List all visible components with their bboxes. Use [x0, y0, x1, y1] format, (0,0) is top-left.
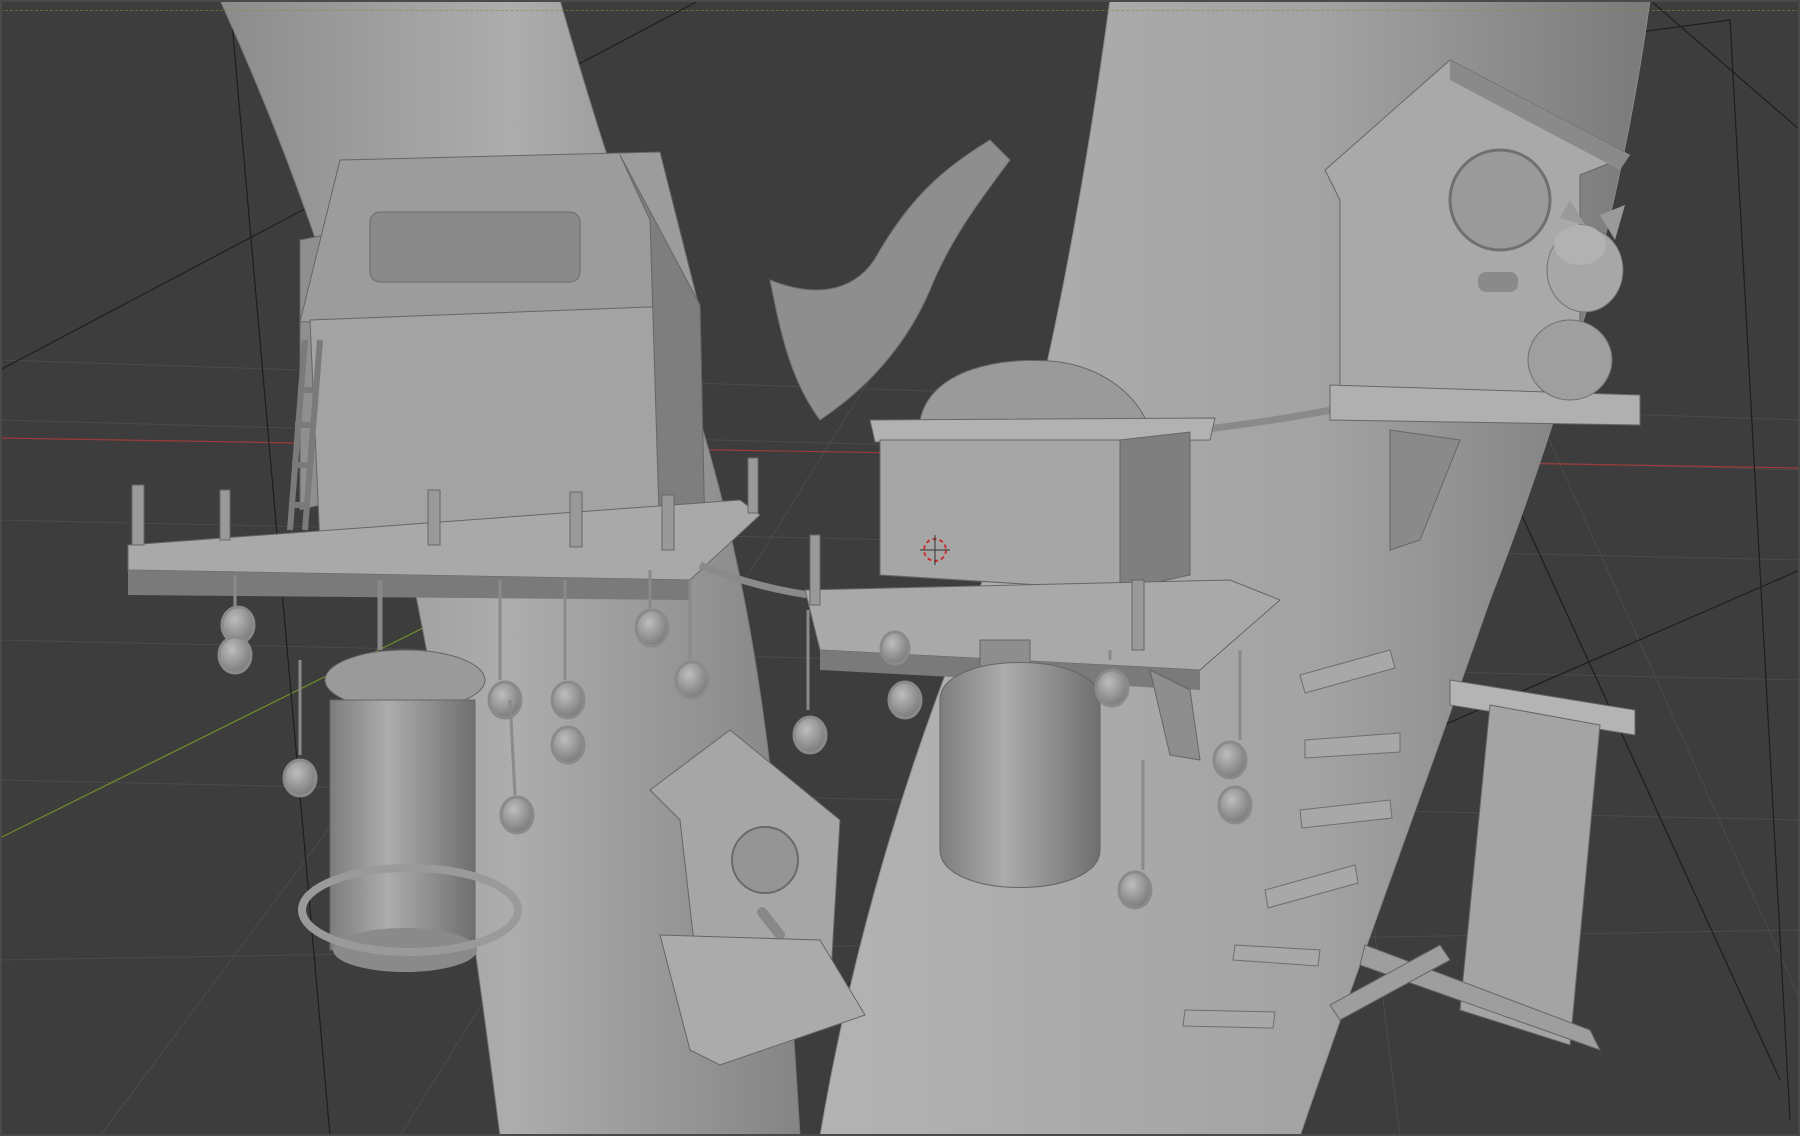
render-region-border: [0, 10, 1800, 11]
viewport-scene[interactable]: [0, 0, 1800, 1136]
3d-viewport[interactable]: [0, 0, 1800, 1136]
bell-feeder[interactable]: [939, 639, 1101, 888]
treehouse-large[interactable]: [127, 151, 761, 600]
